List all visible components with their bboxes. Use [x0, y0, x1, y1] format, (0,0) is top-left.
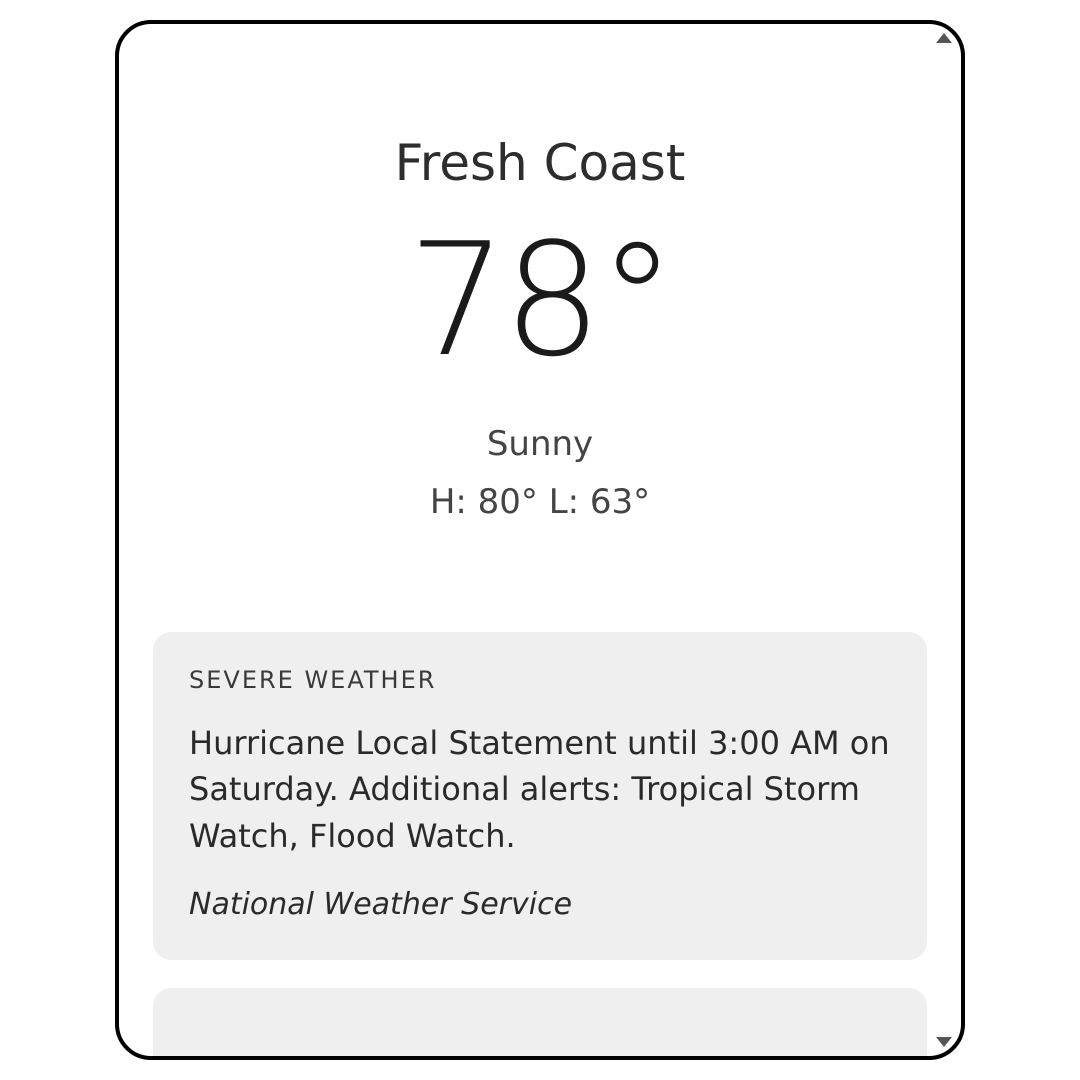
alert-heading: SEVERE WEATHER — [189, 666, 891, 694]
alert-source: National Weather Service — [189, 887, 891, 922]
next-card-placeholder — [153, 988, 927, 1056]
weather-app-window: Fresh Coast 78° Sunny H: 80° L: 63° SEVE… — [115, 20, 965, 1060]
current-temperature: 78° — [153, 222, 927, 378]
high-low-temperature: H: 80° L: 63° — [153, 482, 927, 522]
weather-scroll-area[interactable]: Fresh Coast 78° Sunny H: 80° L: 63° SEVE… — [119, 24, 961, 1056]
alert-body-text: Hurricane Local Statement until 3:00 AM … — [189, 720, 891, 859]
scroll-down-arrow-icon[interactable] — [936, 1037, 952, 1047]
current-weather-hero: Fresh Coast 78° Sunny H: 80° L: 63° — [153, 134, 927, 522]
current-condition: Sunny — [153, 424, 927, 464]
scroll-up-arrow-icon[interactable] — [936, 33, 952, 43]
severe-weather-card[interactable]: SEVERE WEATHER Hurricane Local Statement… — [153, 632, 927, 960]
location-name: Fresh Coast — [153, 134, 927, 192]
